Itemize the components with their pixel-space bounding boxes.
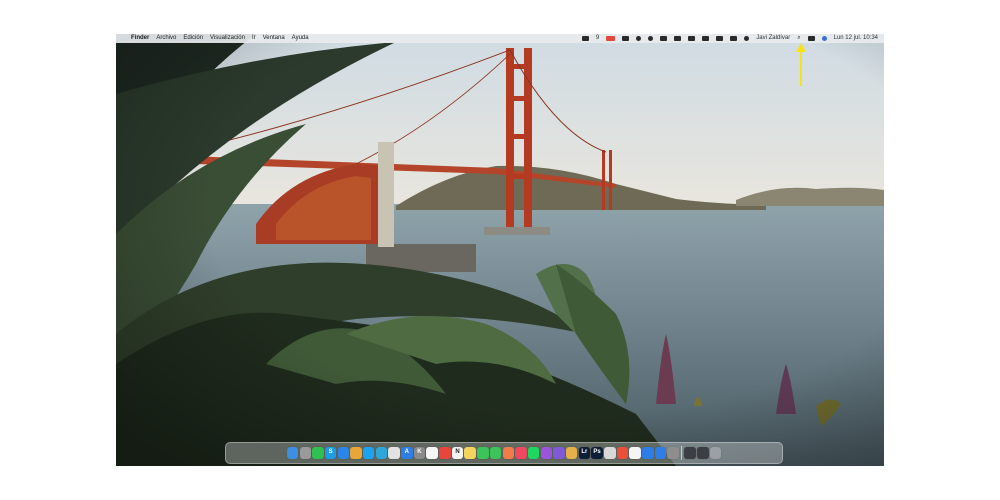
music-icon[interactable] [515, 447, 527, 459]
battery-icon[interactable] [730, 36, 738, 41]
menu-ayuda[interactable]: Ayuda [292, 34, 309, 43]
share-icon[interactable] [660, 36, 668, 41]
telegram-icon[interactable] [375, 447, 388, 459]
whatsapp-icon[interactable] [312, 447, 324, 459]
screen-mirror-icon[interactable] [622, 36, 630, 41]
appstore-icon[interactable]: A [401, 447, 413, 459]
volume-icon[interactable] [702, 36, 710, 41]
podcasts-icon[interactable] [540, 447, 553, 459]
slack-icon[interactable] [388, 447, 400, 459]
pixelmator-icon[interactable] [604, 447, 616, 459]
notification-badge-icon[interactable] [581, 36, 589, 41]
messages-icon[interactable] [477, 447, 489, 459]
calendar-icon[interactable] [426, 447, 438, 459]
upload-icon[interactable] [688, 36, 696, 41]
testflight-icon[interactable] [642, 447, 654, 459]
notion-glyph: N [455, 449, 460, 456]
app-menu-finder[interactable]: Finder [131, 34, 149, 43]
lightroom-icon[interactable]: Lr [578, 447, 591, 459]
record-icon[interactable] [606, 36, 616, 41]
photoshop-glyph: Ps [593, 449, 601, 456]
menu-archivo[interactable]: Archivo [156, 34, 176, 43]
appstore-glyph: A [404, 449, 409, 456]
menu-bar: Finder Archivo Edición Visualización Ir … [116, 34, 884, 43]
safari-icon[interactable] [337, 447, 350, 459]
contacts-glyph: K [417, 449, 422, 456]
screenshots-folder-icon[interactable] [697, 447, 709, 459]
desktop-screen: Finder Archivo Edición Visualización Ir … [116, 34, 884, 466]
menu-visualizacion[interactable]: Visualización [210, 34, 245, 43]
notion-icon[interactable]: N [451, 447, 464, 459]
annotation-arrow-icon [796, 43, 806, 86]
facetime-icon[interactable] [489, 447, 502, 459]
dock: S A K N Lr Ps [225, 442, 783, 464]
launchpad-icon[interactable] [299, 447, 311, 459]
system-preferences-icon[interactable] [667, 447, 679, 459]
spotify-icon[interactable] [527, 447, 540, 459]
codepoint-icon[interactable] [629, 447, 641, 459]
reminders-icon[interactable] [439, 447, 451, 459]
lightroom-glyph: Lr [581, 449, 588, 456]
wifi-icon[interactable] [744, 36, 750, 41]
preview-icon[interactable] [565, 447, 578, 459]
siri-icon[interactable] [821, 36, 827, 41]
affinity-icon[interactable] [616, 447, 629, 459]
notes-icon[interactable] [464, 447, 476, 459]
dropbox-icon[interactable] [674, 36, 682, 41]
contacts-icon[interactable]: K [413, 447, 426, 459]
menu-ventana[interactable]: Ventana [263, 34, 285, 43]
dock-separator [681, 446, 683, 460]
wallpaper-golden-gate [116, 34, 884, 466]
control-center-icon[interactable] [807, 36, 815, 41]
bluetooth-icon[interactable] [716, 36, 724, 41]
user-name-label[interactable]: Javi Zaldívar [756, 34, 790, 43]
twitter-icon[interactable] [362, 447, 375, 459]
appstore-alt-icon[interactable] [654, 447, 667, 459]
downloads-folder-icon[interactable] [684, 447, 696, 459]
eye-icon[interactable] [636, 36, 642, 41]
skype-glyph: S [328, 449, 333, 456]
skype-icon[interactable]: S [324, 447, 337, 459]
photos-icon[interactable] [502, 447, 514, 459]
steering-icon[interactable] [648, 36, 654, 41]
imovie-icon[interactable] [553, 447, 565, 459]
menubar-clock[interactable]: Lun 12 jul. 10:34 [834, 34, 878, 43]
menu-edicion[interactable]: Edición [183, 34, 203, 43]
battery-count-label: 9 [595, 35, 600, 41]
photoshop-icon[interactable]: Ps [591, 447, 603, 459]
menu-ir[interactable]: Ir [252, 34, 256, 43]
trash-icon[interactable] [709, 447, 722, 459]
chrome-icon[interactable] [350, 447, 362, 459]
finder-icon[interactable] [286, 447, 299, 459]
